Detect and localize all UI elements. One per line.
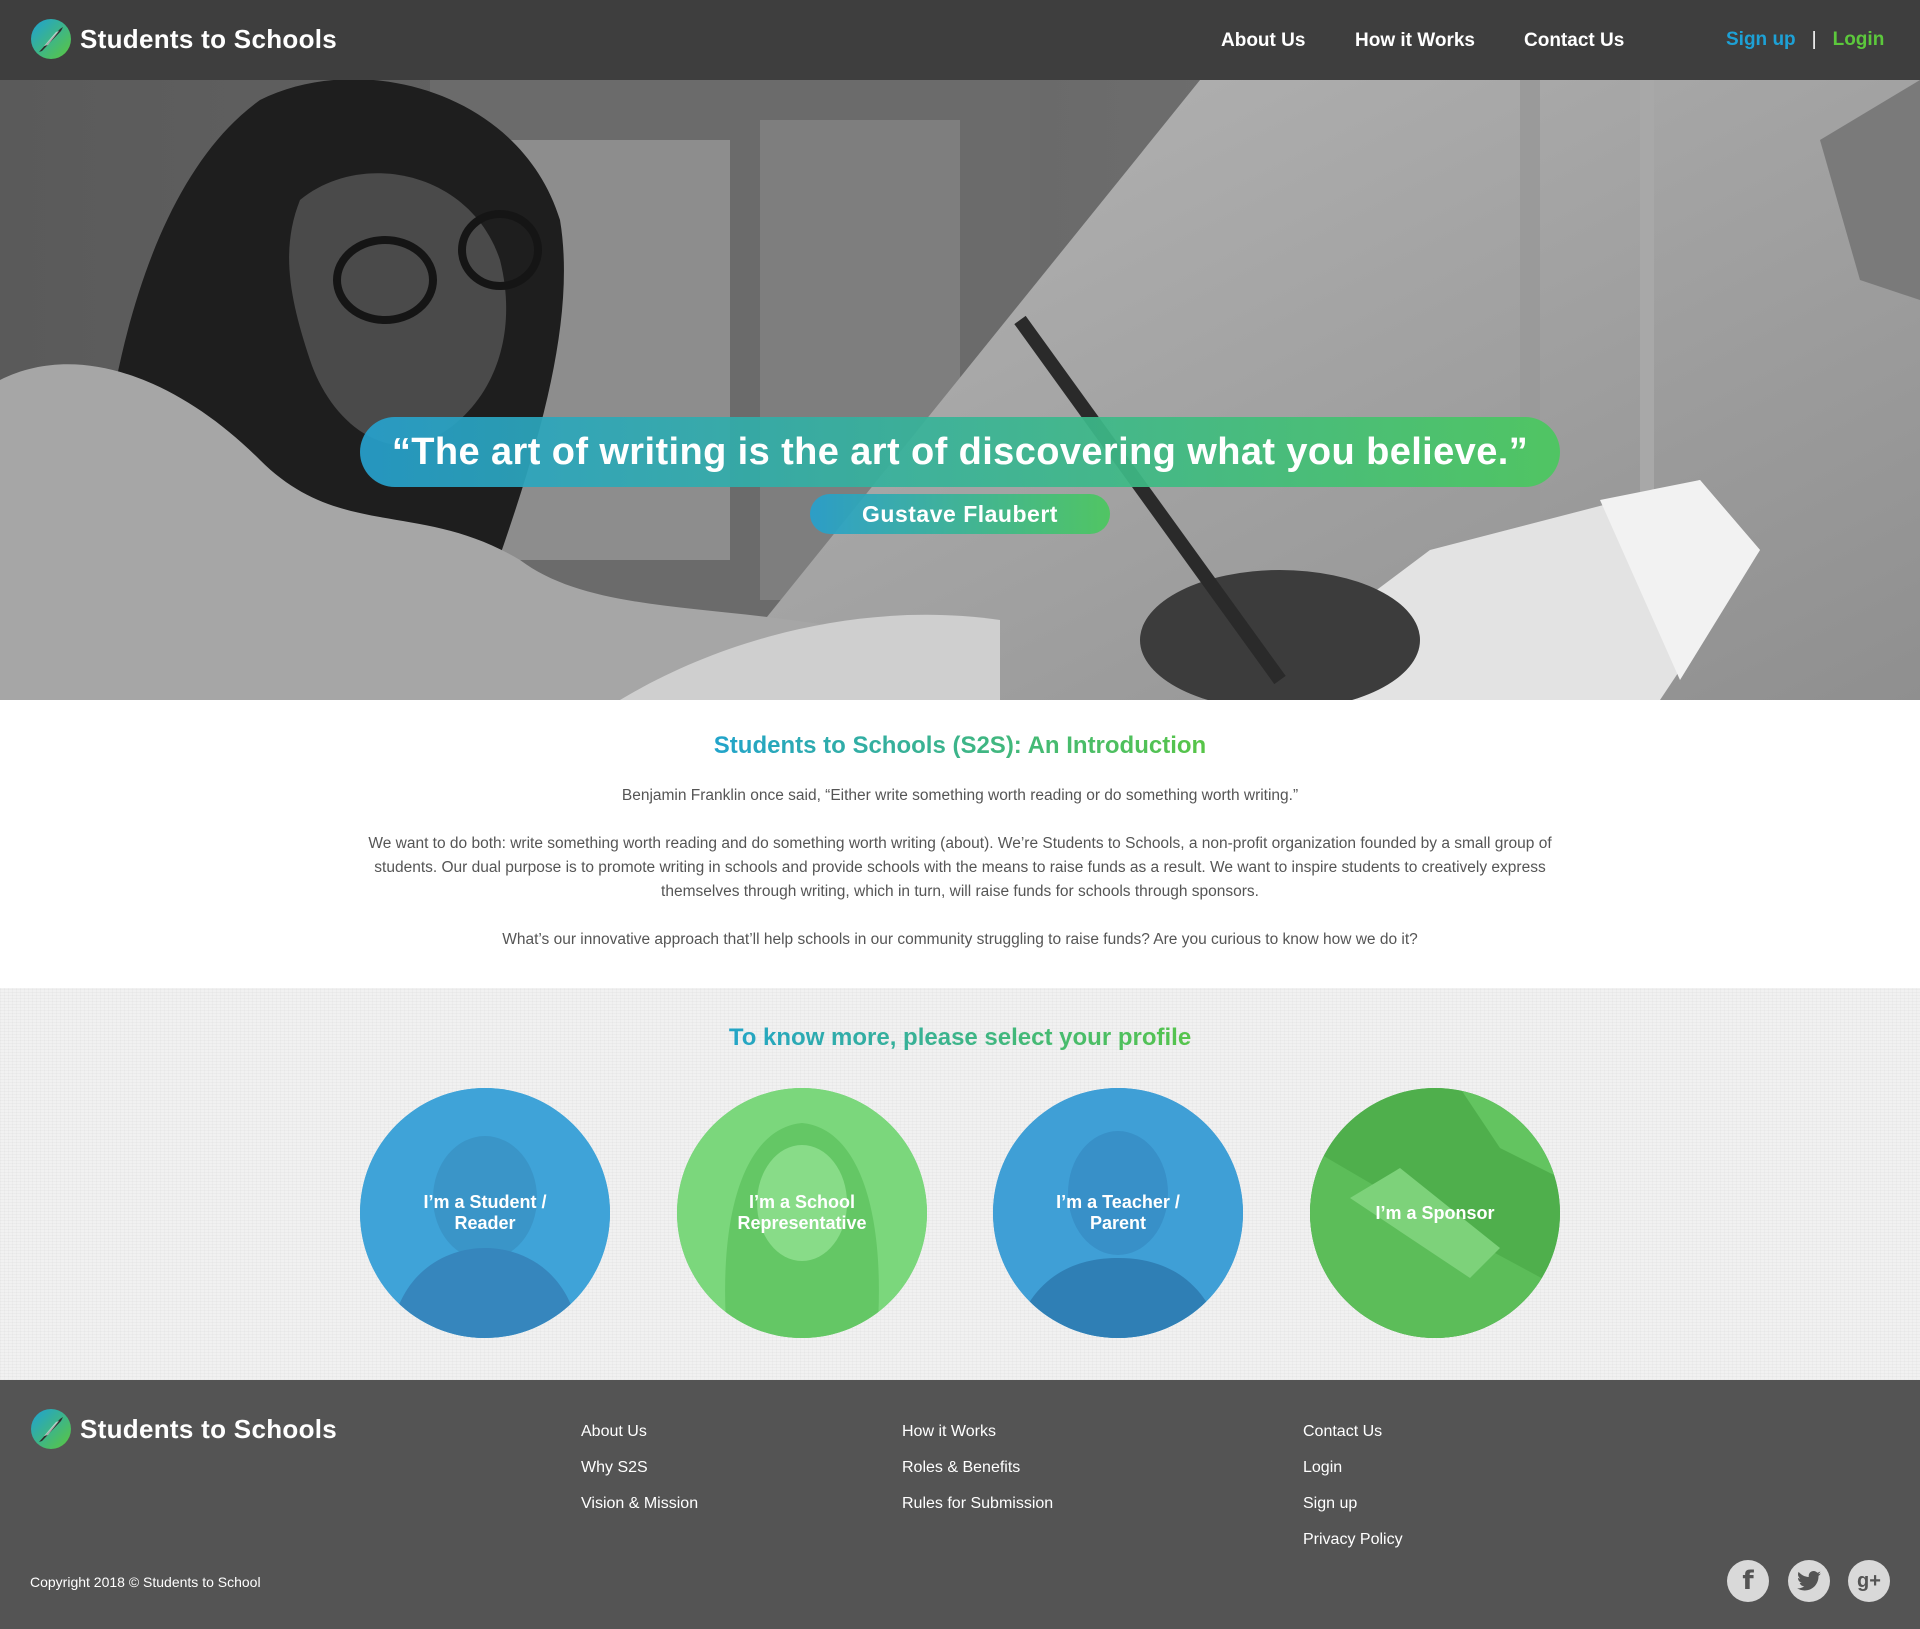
auth-links: Sign up | Login xyxy=(1726,29,1884,51)
brand-logo[interactable]: Students to Schools xyxy=(30,18,337,60)
profile-school-representative[interactable]: I’m a School Representative xyxy=(677,1088,927,1338)
site-footer: Students to Schools About Us Why S2S Vis… xyxy=(0,1380,1920,1629)
profile-teacher-label: I’m a Teacher / Parent xyxy=(1056,1192,1180,1233)
profile-section-title: To know more, please select your profile xyxy=(0,1024,1920,1052)
footer-link-vision-mission[interactable]: Vision & Mission xyxy=(581,1494,698,1530)
intro-paragraph-1: Benjamin Franklin once said, “Either wri… xyxy=(621,787,1299,804)
footer-column-about: About Us Why S2S Vision & Mission xyxy=(581,1422,698,1530)
login-link[interactable]: Login xyxy=(1833,29,1885,51)
facebook-icon[interactable]: f xyxy=(1727,1560,1769,1602)
footer-link-privacy-policy[interactable]: Privacy Policy xyxy=(1303,1530,1403,1566)
nav-how-it-works[interactable]: How it Works xyxy=(1355,30,1475,52)
signup-link[interactable]: Sign up xyxy=(1726,29,1796,51)
copyright-text: Copyright 2018 © Students to School xyxy=(30,1574,261,1590)
auth-separator: | xyxy=(1811,29,1817,50)
nav-contact-us[interactable]: Contact Us xyxy=(1524,30,1624,52)
twitter-icon[interactable] xyxy=(1788,1560,1830,1602)
site-header: Students to Schools About Us How it Work… xyxy=(0,0,1920,80)
profile-student-label: I’m a Student / Reader xyxy=(423,1192,547,1233)
footer-column-contact: Contact Us Login Sign up Privacy Policy xyxy=(1303,1422,1403,1566)
intro-paragraph-2: We want to do both: write something wort… xyxy=(368,835,1552,900)
profile-school-label: I’m a School Representative xyxy=(737,1192,867,1233)
profile-teacher-parent[interactable]: I’m a Teacher / Parent xyxy=(993,1088,1243,1338)
profile-select-section: To know more, please select your profile… xyxy=(0,988,1920,1380)
footer-link-about-us[interactable]: About Us xyxy=(581,1422,698,1458)
footer-link-rules-submission[interactable]: Rules for Submission xyxy=(902,1494,1053,1530)
footer-link-login[interactable]: Login xyxy=(1303,1458,1403,1494)
facebook-glyph: f xyxy=(1742,1566,1754,1596)
feather-pen-logo-icon xyxy=(31,1409,71,1449)
footer-column-how: How it Works Roles & Benefits Rules for … xyxy=(902,1422,1053,1530)
footer-brand-name: Students to Schools xyxy=(80,1413,338,1444)
footer-link-how-it-works[interactable]: How it Works xyxy=(902,1422,1053,1458)
twitter-bird-icon xyxy=(1797,1571,1821,1591)
profile-sponsor-label: I’m a Sponsor xyxy=(1375,1202,1495,1223)
introduction-section: Students to Schools (S2S): An Introducti… xyxy=(0,700,1920,988)
google-plus-glyph: g+ xyxy=(1857,1569,1881,1592)
footer-link-roles-benefits[interactable]: Roles & Benefits xyxy=(902,1458,1053,1494)
hero-quote: “The art of writing is the art of discov… xyxy=(360,417,1560,487)
feather-pen-logo-icon xyxy=(31,19,71,59)
profile-sponsor[interactable]: I’m a Sponsor xyxy=(1310,1088,1560,1338)
footer-link-contact-us[interactable]: Contact Us xyxy=(1303,1422,1403,1458)
intro-paragraph-3: What’s our innovative approach that’ll h… xyxy=(502,931,1418,948)
hero-quote-author: Gustave Flaubert xyxy=(810,494,1110,534)
hero-photo xyxy=(0,80,1920,700)
brand-name: Students to Schools xyxy=(80,23,338,54)
footer-brand-logo[interactable]: Students to Schools xyxy=(30,1408,337,1450)
footer-link-sign-up[interactable]: Sign up xyxy=(1303,1494,1403,1530)
intro-title: Students to Schools (S2S): An Introducti… xyxy=(0,732,1920,760)
profile-student-reader[interactable]: I’m a Student / Reader xyxy=(360,1088,610,1338)
hero-banner: “The art of writing is the art of discov… xyxy=(0,80,1920,700)
nav-about-us[interactable]: About Us xyxy=(1221,30,1305,52)
footer-link-why-s2s[interactable]: Why S2S xyxy=(581,1458,698,1494)
google-plus-icon[interactable]: g+ xyxy=(1848,1560,1890,1602)
